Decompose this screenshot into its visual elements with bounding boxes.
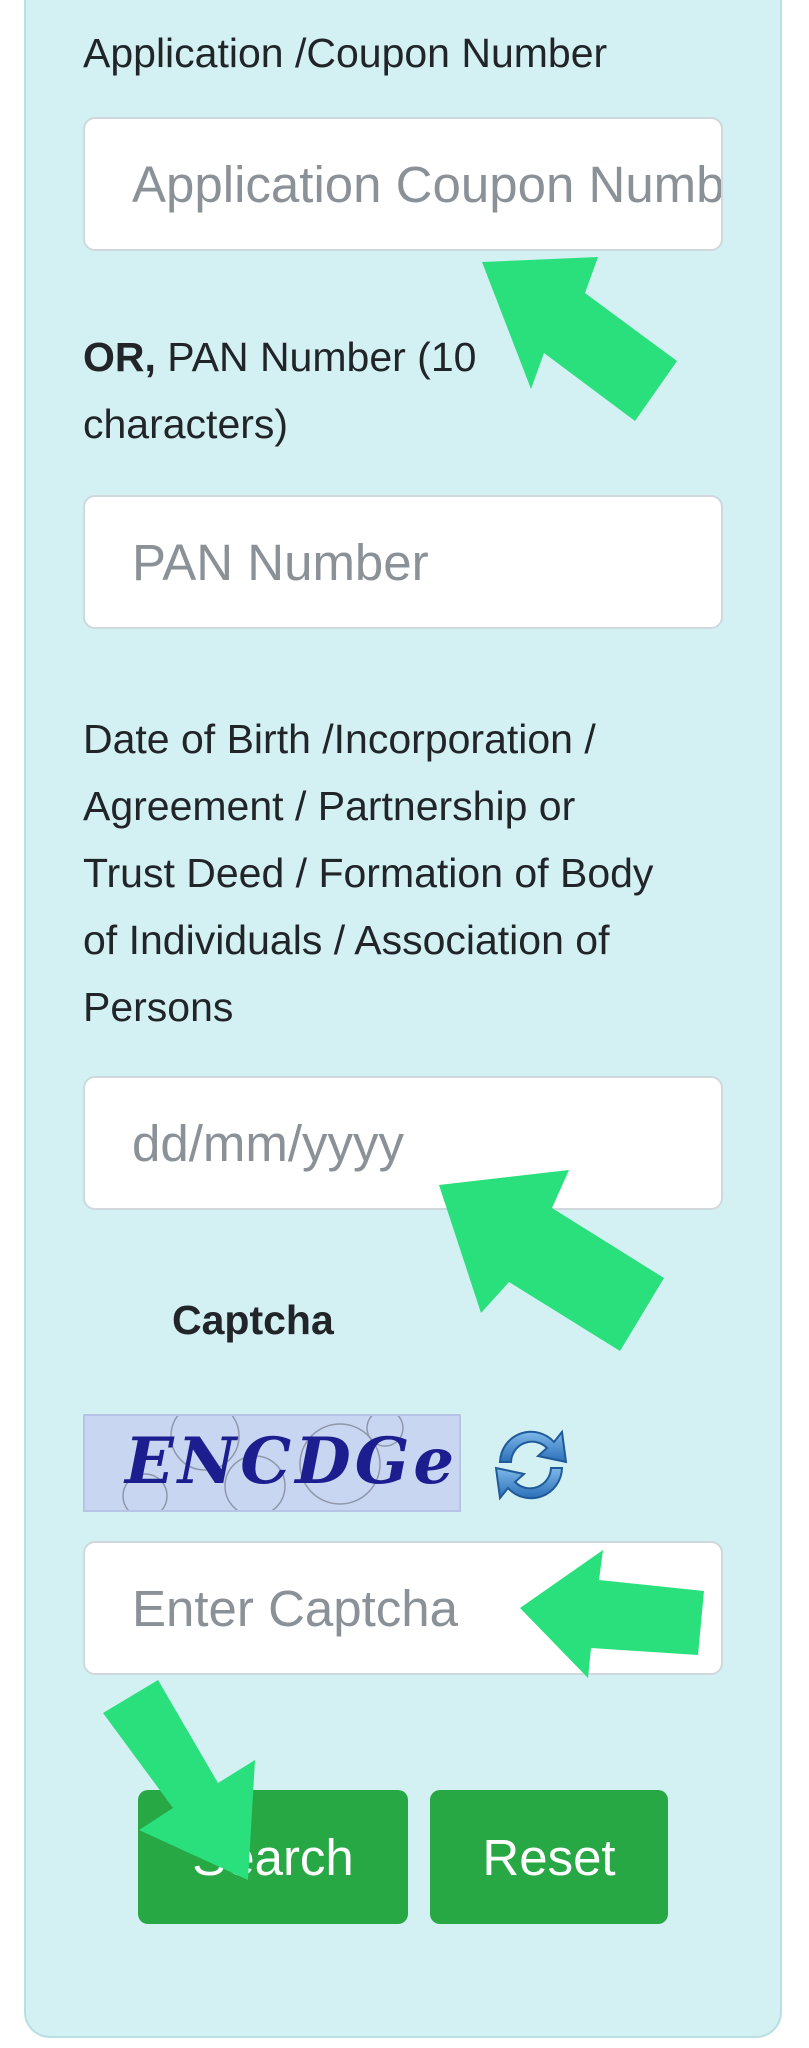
dob-label-line-4: of Individuals / Association of bbox=[83, 917, 610, 963]
captcha-input[interactable] bbox=[83, 1541, 723, 1675]
dob-label-line-3: Trust Deed / Formation of Body bbox=[83, 850, 654, 896]
dob-label-line-2: Agreement / Partnership or bbox=[83, 783, 576, 829]
dob-label-line-5: Persons bbox=[83, 984, 234, 1030]
pan-label: OR, PAN Number (10 bbox=[83, 324, 476, 391]
coupon-label: Application /Coupon Number bbox=[83, 30, 608, 76]
captcha-text: ENCDGe bbox=[125, 1424, 459, 1499]
pan-label-or: OR, bbox=[83, 334, 156, 380]
captcha-heading: Captcha bbox=[172, 1297, 334, 1343]
dob-label-line-1: Date of Birth /Incorporation / bbox=[83, 716, 596, 762]
search-button[interactable]: Search bbox=[138, 1790, 408, 1924]
pan-label-text: PAN Number (10 bbox=[155, 334, 477, 380]
coupon-input[interactable] bbox=[83, 117, 723, 251]
refresh-icon[interactable] bbox=[486, 1420, 576, 1510]
captcha-image: ENCDGe bbox=[83, 1414, 461, 1512]
pan-input[interactable] bbox=[83, 495, 723, 629]
dob-input[interactable] bbox=[83, 1076, 723, 1210]
reset-button[interactable]: Reset bbox=[430, 1790, 668, 1924]
pan-label-line2: characters) bbox=[83, 401, 289, 447]
